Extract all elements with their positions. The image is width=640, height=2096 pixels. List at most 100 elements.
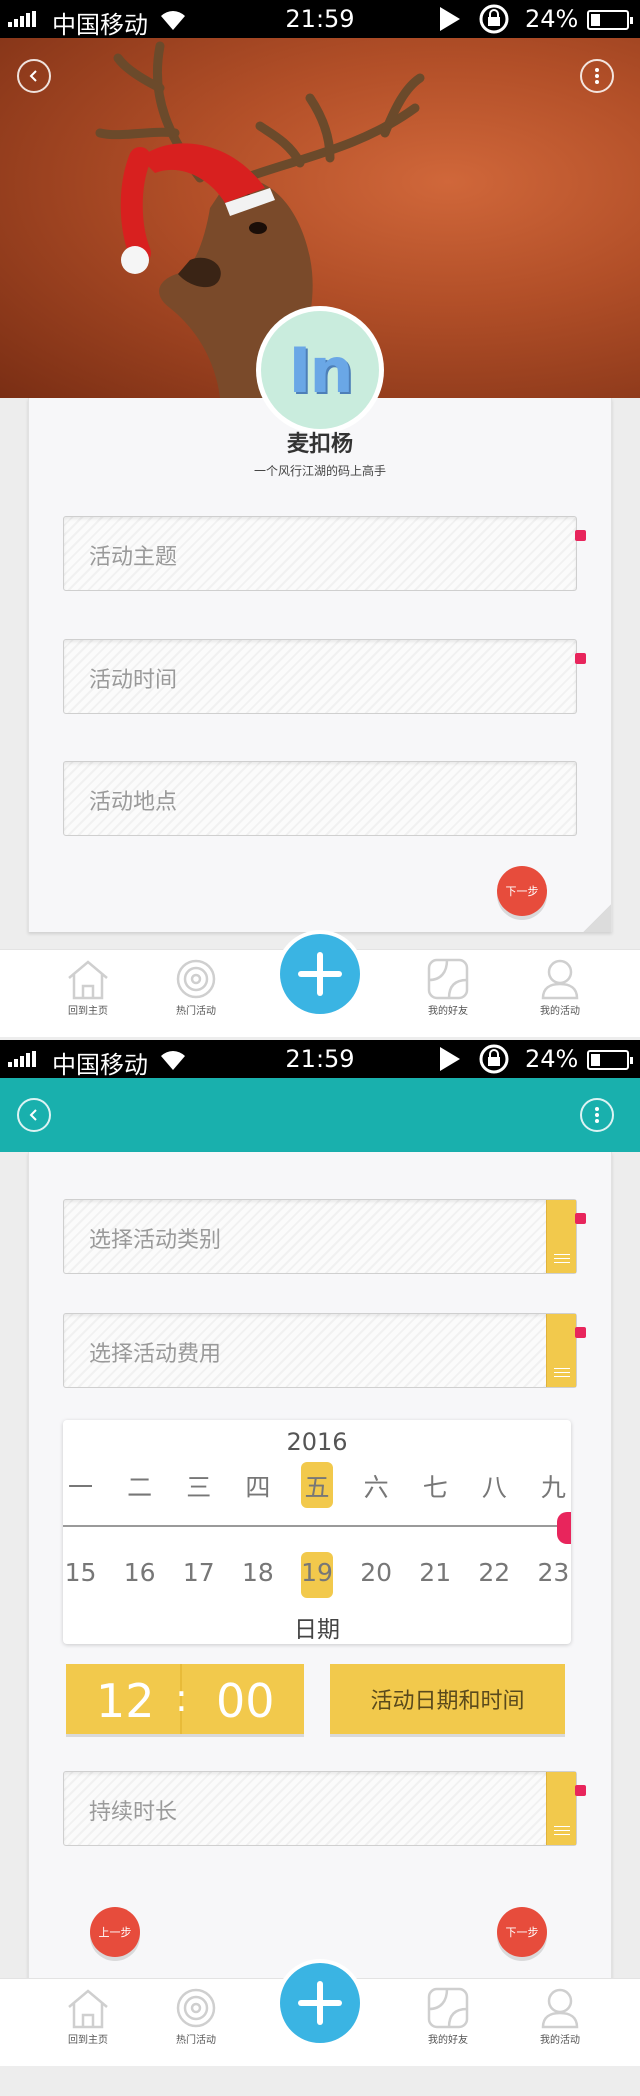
time-colon: : xyxy=(175,1676,188,1720)
next-step-button[interactable]: 下一步 xyxy=(497,866,547,916)
day-cell[interactable]: 20 xyxy=(347,1558,406,1587)
weekday-cell[interactable]: 七 xyxy=(406,1468,465,1504)
page-curl xyxy=(583,904,611,932)
day-cell-text: 20 xyxy=(360,1558,392,1587)
weekday-cell-selected[interactable]: 五 xyxy=(287,1462,346,1508)
day-cell[interactable]: 22 xyxy=(465,1558,524,1587)
more-vertical-icon xyxy=(595,68,599,84)
previous-step-button[interactable]: 上一步 xyxy=(90,1907,140,1957)
user-name: 麦扣杨 xyxy=(286,432,353,457)
more-button[interactable] xyxy=(580,59,614,93)
weekday-cell[interactable]: 二 xyxy=(110,1468,169,1504)
avatar-text: In xyxy=(288,333,353,407)
day-cell[interactable]: 15 xyxy=(63,1558,110,1587)
tab-label: 热门活动 xyxy=(176,1006,216,1017)
user-tagline: 一个风行江湖的码上高手 xyxy=(253,464,386,478)
tab-my-activities[interactable]: 我的活动 xyxy=(520,1987,600,2046)
duration-field[interactable]: 持续时长 xyxy=(63,1771,577,1846)
person-icon xyxy=(541,1988,579,2029)
weekday-cell-text: 五 xyxy=(304,1473,330,1502)
chevron-left-icon xyxy=(29,1109,37,1121)
day-cell[interactable]: 16 xyxy=(110,1558,169,1587)
weekday-cell[interactable]: 八 xyxy=(465,1468,524,1504)
add-activity-button[interactable] xyxy=(276,1959,364,2047)
date-picker-divider xyxy=(63,1525,571,1527)
activity-location-field[interactable]: 活动地点 xyxy=(63,761,577,836)
tab-hot-activities[interactable]: 热门活动 xyxy=(156,1987,236,2046)
weekday-cell-text: 六 xyxy=(363,1473,389,1502)
day-cell[interactable]: 23 xyxy=(524,1558,571,1587)
avatar[interactable]: In xyxy=(256,306,384,434)
tab-my-friends[interactable]: 我的好友 xyxy=(408,1987,488,2046)
dropdown-handle[interactable] xyxy=(546,1772,576,1845)
day-cell-text: 22 xyxy=(478,1558,511,1587)
activity-theme-field[interactable]: 活动主题 xyxy=(63,516,577,591)
battery-percent: 24% xyxy=(525,5,579,33)
date-picker-scroll-handle[interactable] xyxy=(557,1512,571,1544)
tab-label: 我的活动 xyxy=(540,1006,580,1017)
back-button[interactable] xyxy=(17,1098,51,1132)
weekday-cell[interactable]: 四 xyxy=(228,1468,287,1504)
weekday-cell[interactable]: 六 xyxy=(347,1468,406,1504)
activity-datetime-button[interactable]: 活动日期和时间 xyxy=(330,1664,565,1734)
target-icon xyxy=(176,1988,216,2028)
dropdown-handle[interactable] xyxy=(546,1200,576,1273)
activity-category-field[interactable]: 选择活动类别 xyxy=(63,1199,577,1274)
day-cell-text: 18 xyxy=(241,1558,274,1587)
weekday-cell[interactable]: 一 xyxy=(63,1468,110,1504)
weekday-cell-text: 二 xyxy=(127,1473,153,1502)
person-icon xyxy=(541,959,579,1000)
date-picker[interactable]: 2016 一 二 三 四 五 六 七 八 九 15 16 17 18 19 20 21 22 23 日期 xyxy=(63,1420,571,1644)
tab-label: 回到主页 xyxy=(68,1006,108,1017)
weekday-cell[interactable]: 三 xyxy=(169,1468,228,1504)
next-step-button[interactable]: 下一步 xyxy=(497,1907,547,1957)
activity-time-field[interactable]: 活动时间 xyxy=(63,639,577,714)
friends-icon xyxy=(427,1987,469,2029)
dropdown-handle[interactable] xyxy=(546,1314,576,1387)
tab-label: 我的活动 xyxy=(540,2035,580,2046)
tab-hot-activities[interactable]: 热门活动 xyxy=(156,958,236,1017)
day-cell[interactable]: 21 xyxy=(406,1558,465,1587)
required-indicator xyxy=(575,653,586,664)
chevron-left-icon xyxy=(29,70,37,82)
date-picker-year: 2016 xyxy=(286,1428,348,1456)
home-icon xyxy=(68,960,108,1000)
day-cell-text: 16 xyxy=(123,1558,156,1587)
weekday-cell-text: 三 xyxy=(186,1473,212,1502)
field-placeholder: 活动主题 xyxy=(89,545,178,570)
required-indicator xyxy=(575,1327,586,1338)
screen-create-activity-step2: 中国移动 21:59 24% 选择活动类别 选择活动费用 2016 一二三四五六… xyxy=(0,1040,640,2080)
add-activity-button[interactable] xyxy=(276,930,364,1018)
status-bar: 中国移动 21:59 24% xyxy=(0,0,640,39)
day-row[interactable]: 15 16 17 18 19 20 21 22 23 xyxy=(63,1552,571,1598)
time-hour[interactable]: 12 xyxy=(96,1674,155,1728)
field-placeholder: 选择活动费用 xyxy=(89,1342,222,1367)
more-vertical-icon xyxy=(595,1107,599,1123)
field-placeholder: 持续时长 xyxy=(89,1800,178,1825)
weekday-cell[interactable]: 九 xyxy=(524,1468,571,1504)
tab-home[interactable]: 回到主页 xyxy=(48,958,128,1017)
tab-label: 回到主页 xyxy=(68,2035,108,2046)
time-picker[interactable]: 12 : 00 xyxy=(66,1664,304,1734)
rotation-lock-icon xyxy=(479,1044,509,1074)
more-button[interactable] xyxy=(580,1098,614,1132)
screen-create-activity-step1: 中国移动 21:59 24% In 麦扣杨 一个风行江湖的码上高手 活动主题 活… xyxy=(0,0,640,1040)
tab-my-activities[interactable]: 我的活动 xyxy=(520,958,600,1017)
rotation-lock-icon xyxy=(479,4,509,34)
weekday-cell-text: 八 xyxy=(481,1473,507,1502)
time-minute[interactable]: 00 xyxy=(216,1674,275,1728)
plus-icon xyxy=(280,934,360,1014)
target-icon xyxy=(176,959,216,999)
activity-fee-field[interactable]: 选择活动费用 xyxy=(63,1313,577,1388)
weekday-row[interactable]: 一二 三四五 六七八 九 xyxy=(63,1462,571,1508)
back-button[interactable] xyxy=(17,59,51,93)
play-icon xyxy=(440,1047,460,1071)
day-cell-selected[interactable]: 19 xyxy=(287,1552,346,1598)
day-cell[interactable]: 18 xyxy=(228,1558,287,1587)
required-indicator xyxy=(575,530,586,541)
day-cell-text: 23 xyxy=(537,1558,570,1587)
day-cell[interactable]: 17 xyxy=(169,1558,228,1587)
tab-my-friends[interactable]: 我的好友 xyxy=(408,958,488,1017)
tab-home[interactable]: 回到主页 xyxy=(48,1987,128,2046)
weekday-cell-text: 九 xyxy=(540,1473,566,1502)
